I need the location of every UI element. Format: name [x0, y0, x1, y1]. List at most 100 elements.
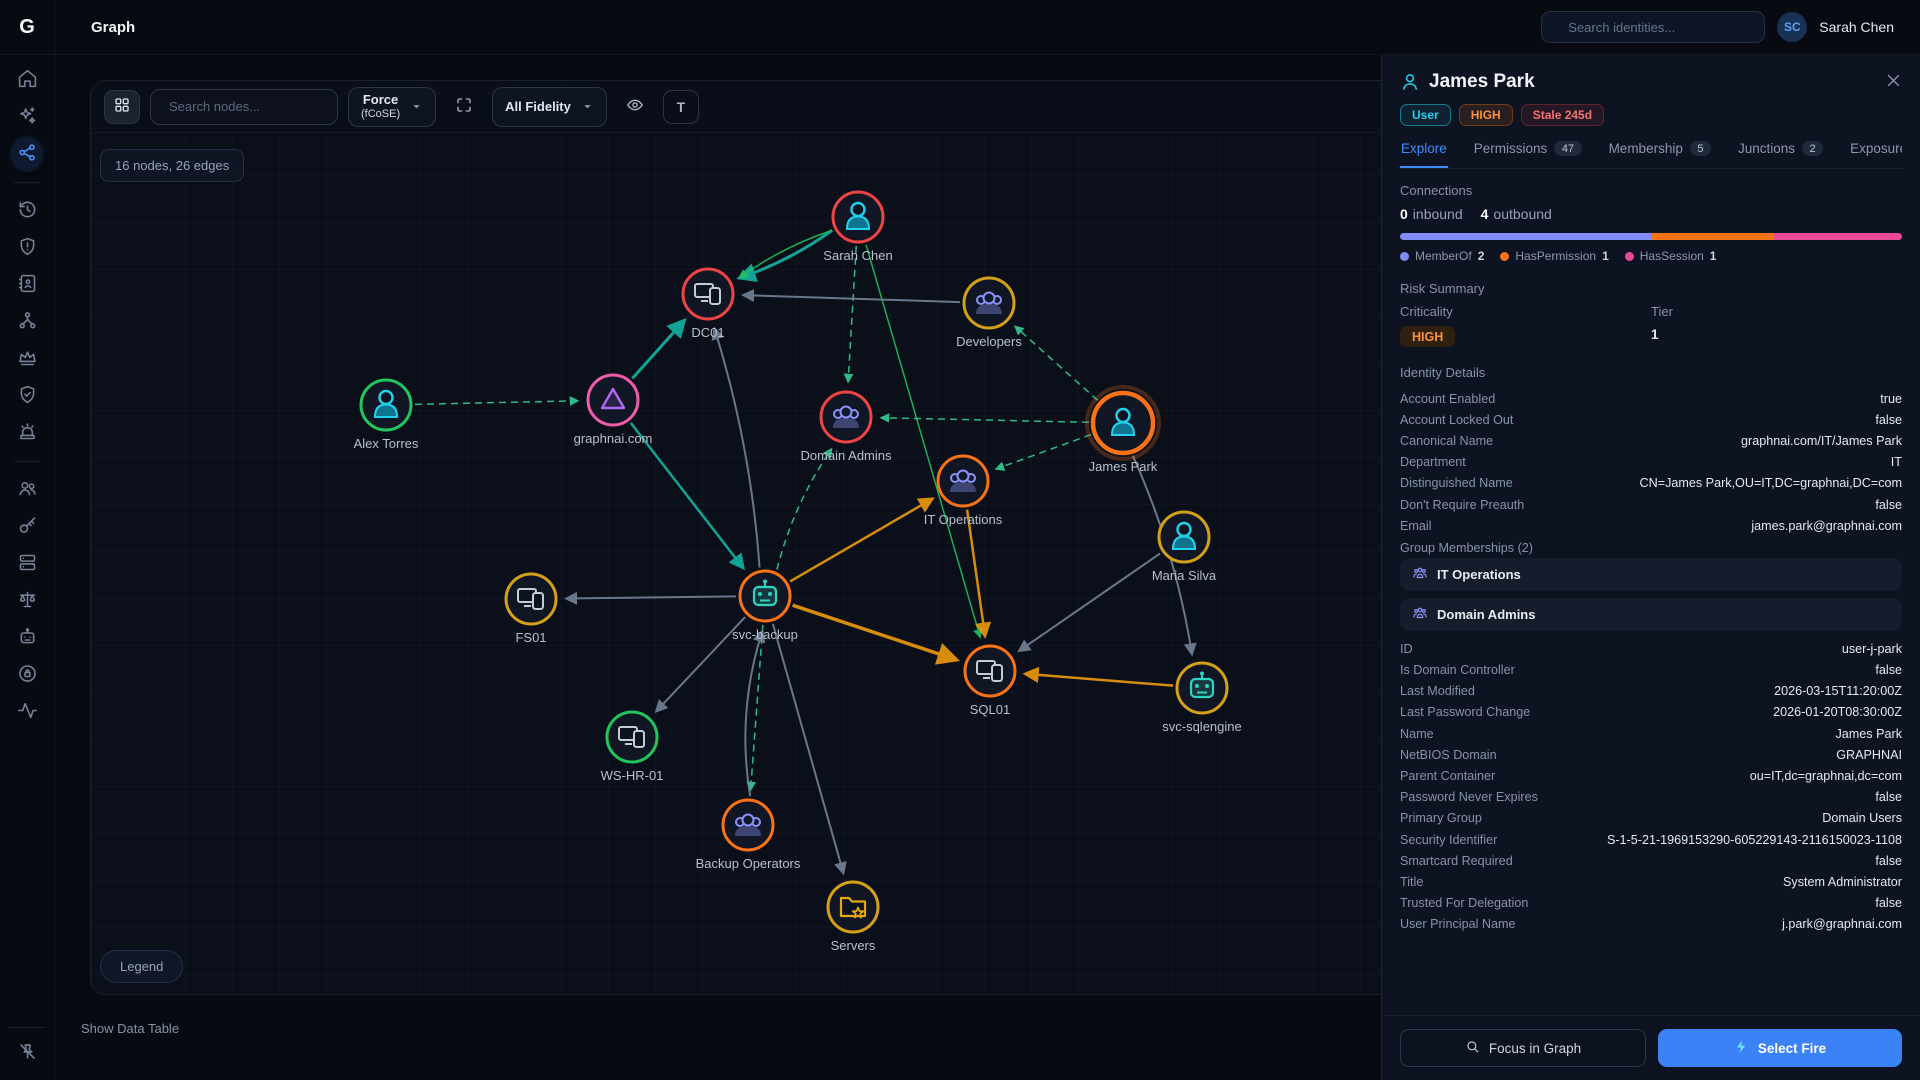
sidebar-item-server[interactable]	[8, 549, 46, 579]
edge-developers-dc01[interactable]	[743, 295, 960, 302]
graph-node-it-operations[interactable]: IT Operations	[924, 456, 1003, 527]
detail-row: Last Password Change2026-01-20T08:30:00Z	[1400, 702, 1902, 723]
sidebar-item-users[interactable]	[8, 475, 46, 505]
home-icon	[17, 68, 38, 92]
sidebar-divider	[8, 1027, 46, 1028]
edge-svc-sqlengine-sql01[interactable]	[1025, 674, 1173, 686]
focus-in-graph-button[interactable]: Focus in Graph	[1400, 1029, 1646, 1067]
detail-value: GRAPHNAI	[1836, 748, 1902, 762]
sidebar-item-lock-circle[interactable]	[8, 660, 46, 690]
sidebar-item-scale[interactable]	[8, 586, 46, 616]
detail-label: Smartcard Required	[1400, 854, 1513, 868]
app-logo[interactable]: G	[0, 0, 55, 55]
node-label: svc-sqlengine	[1162, 719, 1242, 734]
sidebar-item-shield-alert[interactable]	[8, 233, 46, 263]
graph-node-alex-torres[interactable]: Alex Torres	[354, 380, 419, 451]
detail-value: false	[1875, 663, 1902, 677]
sidebar-divider	[14, 182, 40, 183]
detail-row: Account Enabledtrue	[1400, 388, 1902, 409]
detail-row: Smartcard Requiredfalse	[1400, 850, 1902, 871]
legend-button[interactable]: Legend	[100, 950, 183, 983]
edge-it-operations-sql01[interactable]	[967, 510, 985, 637]
group-chip[interactable]: Domain Admins	[1400, 598, 1902, 631]
sidebar-item-graph[interactable]	[8, 139, 46, 169]
graph-svg[interactable]: Sarah Chen DC01 Developers Alex Torres graph…	[91, 81, 1445, 995]
graph-node-sarah-chen[interactable]: Sarah Chen	[823, 192, 892, 263]
graph-canvas[interactable]: Force (fCoSE) All Fidelity T 16 nodes, 2…	[90, 80, 1445, 995]
edge-svc-backup-sql01[interactable]	[793, 605, 957, 660]
group-memberships-heading: Group Memberships (2)	[1400, 536, 1902, 558]
tier-label: Tier	[1651, 304, 1902, 319]
graph-node-backup-operators[interactable]: Backup Operators	[696, 800, 801, 871]
sidebar-item-history[interactable]	[8, 196, 46, 226]
edge-james-park-developers[interactable]	[1015, 326, 1098, 400]
tab-explore[interactable]: Explore	[1400, 141, 1448, 168]
tab-permissions[interactable]: Permissions47	[1473, 141, 1583, 168]
graph-node-fs01[interactable]: FS01	[506, 574, 556, 645]
edge-james-park-domain-admins[interactable]	[881, 418, 1089, 423]
edge-graphnai-com-dc01[interactable]	[632, 320, 684, 378]
sidebar-item-home[interactable]	[8, 65, 46, 95]
detail-value: 2026-03-15T11:20:00Z	[1774, 684, 1902, 698]
detail-row: Last Modified2026-03-15T11:20:00Z	[1400, 681, 1902, 702]
edge-sarah-chen-domain-admins[interactable]	[848, 246, 856, 382]
sidebar-item-siren[interactable]	[8, 418, 46, 448]
edge-svc-backup-fs01[interactable]	[566, 596, 736, 598]
edge-maria-silva-sql01[interactable]	[1019, 553, 1160, 651]
detail-row: Security IdentifierS-1-5-21-1969153290-6…	[1400, 829, 1902, 850]
edge-svc-backup-dc01[interactable]	[714, 328, 759, 567]
edge-sarah-chen-dc01[interactable]	[739, 230, 832, 278]
bot-icon	[17, 626, 38, 650]
graph-node-svc-sqlengine[interactable]: svc-sqlengine	[1162, 663, 1242, 734]
avatar[interactable]: SC	[1777, 12, 1807, 42]
identity-details-section: Identity Details Account EnabledtrueAcco…	[1400, 365, 1902, 935]
sparkles-icon	[17, 105, 38, 129]
detail-value: user-j-park	[1842, 642, 1902, 656]
detail-label: Last Password Change	[1400, 705, 1530, 719]
graph-node-dc01[interactable]: DC01	[683, 269, 733, 340]
tab-membership[interactable]: Membership5	[1608, 141, 1712, 168]
status-badge-high: HIGH	[1459, 104, 1513, 126]
sidebar-item-shield-check[interactable]	[8, 381, 46, 411]
node-label: FS01	[515, 630, 546, 645]
sidebar-item-sparkles[interactable]	[8, 102, 46, 132]
edge-sarah-chen-dc01[interactable]	[739, 230, 832, 278]
edge-alex-torres-graphnai-com[interactable]	[415, 401, 578, 405]
graph-node-servers[interactable]: Servers	[828, 882, 878, 953]
sidebar-item-pin-off[interactable]	[8, 1038, 46, 1068]
node-label: Domain Admins	[800, 448, 892, 463]
group-icon	[1412, 605, 1428, 624]
edge-svc-backup-it-operations[interactable]	[790, 499, 933, 582]
close-panel-button[interactable]	[1885, 72, 1902, 92]
criticality-badge: HIGH	[1400, 326, 1455, 347]
sidebar-item-id-book[interactable]	[8, 270, 46, 300]
sidebar-item-activity[interactable]	[8, 697, 46, 727]
graph-node-svc-backup[interactable]: svc-backup	[732, 571, 798, 642]
identity-search-box[interactable]	[1541, 11, 1765, 43]
edge-james-park-it-operations[interactable]	[996, 435, 1091, 469]
graph-node-developers[interactable]: Developers	[956, 278, 1022, 349]
tab-exposure[interactable]: Exposure1	[1849, 141, 1902, 168]
detail-label: Account Enabled	[1400, 392, 1495, 406]
graph-node-james-park[interactable]: James Park	[1087, 387, 1159, 474]
identity-rows-2: IDuser-j-parkIs Domain ControllerfalseLa…	[1400, 638, 1902, 935]
legend-item: HasSession1	[1625, 249, 1717, 263]
edge-svc-backup-domain-admins[interactable]	[777, 449, 832, 570]
sidebar-item-hierarchy[interactable]	[8, 307, 46, 337]
sidebar-item-key[interactable]	[8, 512, 46, 542]
sidebar-item-bot[interactable]	[8, 623, 46, 653]
search-identities-input[interactable]	[1568, 20, 1754, 35]
graph-node-maria-silva[interactable]: Maria Silva	[1152, 512, 1217, 583]
graph-node-domain-admins[interactable]: Domain Admins	[800, 392, 892, 463]
graph-node-sql01[interactable]: SQL01	[965, 646, 1015, 717]
sidebar-item-crown[interactable]	[8, 344, 46, 374]
graph-node-graphnai-com[interactable]: graphnai.com	[574, 375, 653, 446]
select-button[interactable]: Select Fire	[1658, 1029, 1902, 1067]
graph-node-ws-hr-01[interactable]: WS-HR-01	[601, 712, 664, 783]
tab-junctions[interactable]: Junctions2	[1737, 141, 1824, 168]
crown-icon	[17, 347, 38, 371]
show-data-table-link[interactable]: Show Data Table	[81, 1021, 179, 1036]
key-icon	[17, 515, 38, 539]
group-chip[interactable]: IT Operations	[1400, 558, 1902, 591]
edge-svc-backup-servers[interactable]	[773, 624, 844, 873]
